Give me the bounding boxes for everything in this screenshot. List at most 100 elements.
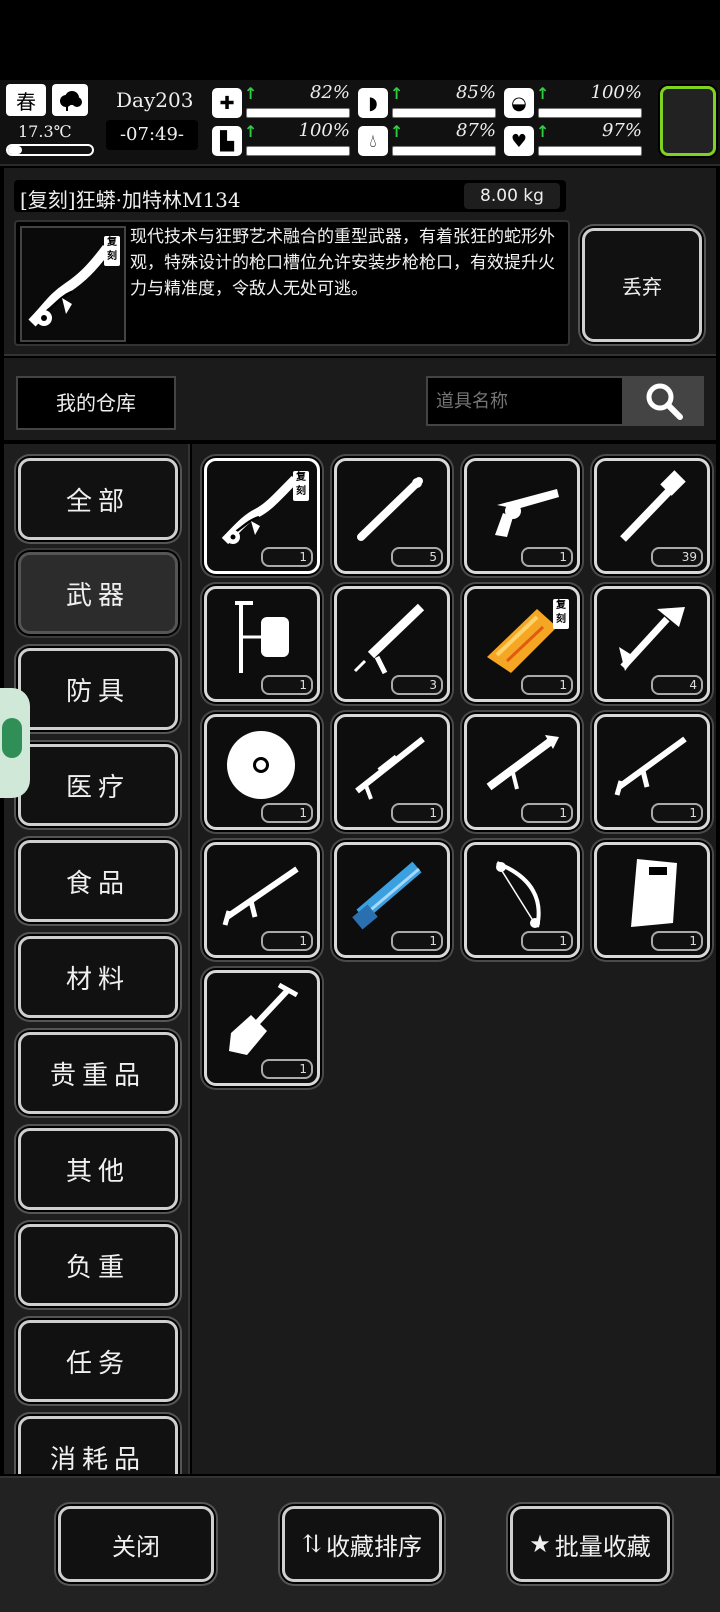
stat-bar xyxy=(538,146,642,156)
category-food[interactable]: 食品 xyxy=(18,840,178,922)
rocket-launcher-icon xyxy=(486,735,559,791)
stat-mood: ♥ ↑ 97% xyxy=(504,120,646,160)
category-label: 食品 xyxy=(65,868,130,899)
discard-label: 丢弃 xyxy=(622,274,662,299)
stat-health: ✚ ↑ 82% xyxy=(212,82,354,122)
item-slot-round-shield[interactable]: 1 xyxy=(204,714,320,830)
item-slot-rocket-launcher[interactable]: 1 xyxy=(464,714,580,830)
bladder-icon: ◒ xyxy=(504,88,534,118)
discard-button[interactable]: 丢弃 xyxy=(582,228,702,342)
item-weight-value: 8.00 kg xyxy=(480,186,544,206)
rifle-icon xyxy=(222,866,299,926)
stomach-icon: ◗ xyxy=(358,88,388,118)
sprayer-icon xyxy=(235,601,289,673)
item-description: 现代技术与狂野艺术融合的重型武器，有着张狂的蛇形外观，特殊设计的枪口槽位允许安装… xyxy=(130,227,555,299)
item-detail-panel: [复刻]狂蟒·加特林M134 8.00 kg 复刻 现代技术与狂野艺术融合的重型… xyxy=(4,168,716,356)
season-label: 春 xyxy=(16,89,36,114)
sniper-rifle-icon xyxy=(355,736,425,800)
item-weight: 8.00 kg xyxy=(464,183,560,209)
item-info-box: 复刻 现代技术与狂野艺术融合的重型武器，有着张狂的蛇形外观，特殊设计的枪口槽位允… xyxy=(14,220,570,346)
gold-blaster-icon xyxy=(487,609,557,673)
category-weapons[interactable]: 武器 xyxy=(18,552,178,634)
category-label: 防具 xyxy=(65,676,130,707)
item-title-bar: [复刻]狂蟒·加特林M134 8.00 kg xyxy=(14,180,566,212)
compound-bow-icon xyxy=(496,861,541,928)
category-label: 贵重品 xyxy=(49,1060,146,1091)
item-slot-wrench-pipe[interactable]: 39 xyxy=(594,458,710,574)
favorite-sort-label: 收藏排序 xyxy=(326,1532,423,1561)
item-count: 4 xyxy=(651,675,703,695)
item-slot-riot-shield[interactable]: 1 xyxy=(594,842,710,958)
item-slot-sniper-rifle[interactable]: 1 xyxy=(334,714,450,830)
copy-badge: 复刻 xyxy=(293,471,309,501)
category-label: 材料 xyxy=(65,964,130,995)
search-input[interactable] xyxy=(426,376,624,426)
item-slot-caulk-gun[interactable]: 3 xyxy=(334,586,450,702)
item-image: 复刻 xyxy=(20,226,126,342)
item-slot-revolver[interactable]: 1 xyxy=(464,458,580,574)
item-slot-blue-minigun[interactable]: 1 xyxy=(334,842,450,958)
quick-slot-button[interactable] xyxy=(660,86,716,156)
category-label: 医疗 xyxy=(65,772,130,803)
item-count: 1 xyxy=(391,803,443,823)
item-count: 39 xyxy=(651,547,703,567)
temperature: 17.3℃ xyxy=(18,122,72,141)
close-button[interactable]: 关闭 xyxy=(58,1506,214,1582)
category-valuables[interactable]: 贵重品 xyxy=(18,1032,178,1114)
warehouse-header: 我的仓库 xyxy=(4,358,716,440)
blue-minigun-icon xyxy=(352,861,422,930)
item-slot-rifle[interactable]: 1 xyxy=(204,842,320,958)
search-button[interactable] xyxy=(624,376,704,426)
batch-favorite-button[interactable]: ★ 批量收藏 xyxy=(510,1506,670,1582)
category-armor[interactable]: 防具 xyxy=(18,648,178,730)
item-slot-compound-bow[interactable]: 1 xyxy=(464,842,580,958)
category-others[interactable]: 其他 xyxy=(18,1128,178,1210)
stat-hunger: ◗ ↑ 85% xyxy=(358,82,500,122)
heart-icon: ♥ xyxy=(504,126,534,156)
category-quest[interactable]: 任务 xyxy=(18,1320,178,1402)
time-label: -07:49- xyxy=(106,120,198,150)
status-bar: 春 17.3℃ Day203 -07:49- ✚ ↑ 82% ◗ ↑ 85% ◒… xyxy=(0,80,720,166)
item-count: 1 xyxy=(391,931,443,951)
stat-value: 85% xyxy=(455,82,496,103)
item-count: 3 xyxy=(391,675,443,695)
medkit-icon: ✚ xyxy=(212,88,242,118)
item-slot-hammer-axe[interactable]: 4 xyxy=(594,586,710,702)
item-count: 1 xyxy=(651,931,703,951)
item-count: 1 xyxy=(261,931,313,951)
day-label: Day203 xyxy=(116,88,194,112)
favorite-sort-button[interactable]: ⇅ 收藏排序 xyxy=(282,1506,442,1582)
category-medical[interactable]: 医疗 xyxy=(18,744,178,826)
star-icon: ★ xyxy=(529,1530,551,1558)
stat-bar xyxy=(246,146,350,156)
stat-bar xyxy=(392,146,496,156)
hammer-axe-icon xyxy=(619,607,685,671)
item-slot-gold-blaster[interactable]: 复刻 1 xyxy=(464,586,580,702)
category-sidebar: 全部 武器 防具 医疗 食品 材料 贵重品 其他 负重 任务 消耗品 xyxy=(4,444,190,1474)
up-arrow-icon: ↑ xyxy=(536,122,550,141)
shovel-icon xyxy=(229,982,299,1055)
floating-assistant-icon[interactable] xyxy=(0,688,30,798)
stat-value: 100% xyxy=(590,82,642,103)
stat-value: 100% xyxy=(298,120,350,141)
item-slot-assault-rifle[interactable]: 1 xyxy=(594,714,710,830)
item-slot-sprayer[interactable]: 1 xyxy=(204,586,320,702)
copy-badge: 复刻 xyxy=(104,236,120,266)
my-warehouse-tab[interactable]: 我的仓库 xyxy=(16,376,176,430)
item-count: 1 xyxy=(651,803,703,823)
item-count: 1 xyxy=(521,803,573,823)
category-all[interactable]: 全部 xyxy=(18,458,178,540)
stat-bar xyxy=(538,108,642,118)
stat-bar xyxy=(246,108,350,118)
item-slot-serpent-gatling[interactable]: 复刻 1 xyxy=(204,458,320,574)
category-consumables[interactable]: 消耗品 xyxy=(18,1416,178,1474)
item-slot-pipe[interactable]: 5 xyxy=(334,458,450,574)
my-warehouse-label: 我的仓库 xyxy=(56,391,136,415)
category-weight[interactable]: 负重 xyxy=(18,1224,178,1306)
stat-value: 97% xyxy=(601,120,642,141)
weather-cloud-icon xyxy=(52,84,88,116)
up-arrow-icon: ↑ xyxy=(390,122,404,141)
category-materials[interactable]: 材料 xyxy=(18,936,178,1018)
item-slot-shovel[interactable]: 1 xyxy=(204,970,320,1086)
item-count: 5 xyxy=(391,547,443,567)
